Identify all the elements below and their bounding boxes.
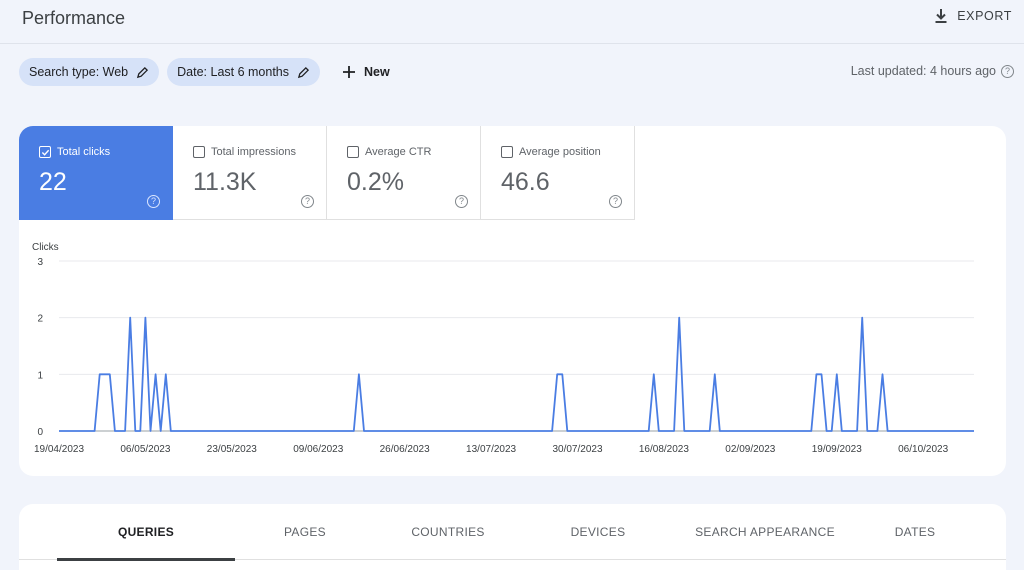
last-updated-text: Last updated: 4 hours ago [850,64,996,78]
x-tick-label: 19/09/2023 [812,444,862,455]
filter-bar: Search type: Web Date: Last 6 months New [19,58,396,86]
tab-search-appearance[interactable]: SEARCH APPEARANCE [681,504,849,560]
y-tick-label: 3 [37,257,43,268]
x-tick-label: 09/06/2023 [293,444,343,455]
x-tick-label: 19/04/2023 [34,444,84,455]
checkbox-unchecked-icon[interactable] [193,146,205,158]
metric-average-position[interactable]: Average position 46.6 ? [481,126,635,220]
metric-value: 22 [39,168,67,196]
checkbox-unchecked-icon[interactable] [347,146,359,158]
clicks-chart: Clicks 0 1 2 3 19/04/2023 06/05/2023 23/05/2023… [19,220,1006,476]
search-type-chip[interactable]: Search type: Web [19,58,160,86]
top-bar: Performance EXPORT [0,0,1024,44]
metric-label: Total clicks [57,146,111,158]
x-tick-label: 26/06/2023 [380,444,430,455]
download-icon [935,9,947,23]
plus-icon [343,66,356,78]
checkbox-checked-icon[interactable] [39,146,51,158]
metric-total-clicks[interactable]: Total clicks 22 ? [19,126,173,220]
date-range-chip[interactable]: Date: Last 6 months [167,58,321,86]
tab-pages[interactable]: PAGES [241,504,369,560]
clicks-line-chart: Clicks 0 1 2 3 19/04/2023 06/05/2023 23/05/2023… [32,242,974,455]
x-tick-label: 06/10/2023 [898,444,948,455]
export-label: EXPORT [957,9,1012,23]
new-filter-button[interactable]: New [336,58,396,86]
x-tick-label: 30/07/2023 [552,444,602,455]
tab-devices[interactable]: DEVICES [535,504,661,560]
chip-label: Date: Last 6 months [177,65,290,79]
help-icon[interactable]: ? [609,195,622,208]
chip-label: Search type: Web [29,65,129,79]
new-filter-label: New [364,65,390,79]
x-tick-label: 16/08/2023 [639,444,689,455]
report-tabs: QUERIES PAGES COUNTRIES DEVICES SEARCH A… [19,504,1006,561]
x-tick-label: 06/05/2023 [120,444,170,455]
x-tick-label: 23/05/2023 [207,444,257,455]
tab-countries[interactable]: COUNTRIES [383,504,513,560]
metric-value: 46.6 [501,168,550,196]
x-tick-label: 02/09/2023 [725,444,775,455]
help-icon[interactable]: ? [1001,64,1014,78]
y-tick-label: 1 [37,370,43,381]
metric-value: 11.3K [193,168,257,196]
checkbox-unchecked-icon[interactable] [501,146,513,158]
last-updated: Last updated: 4 hours ago ? [851,64,1014,78]
y-axis-label: Clicks [32,242,59,253]
tabs-card: QUERIES PAGES COUNTRIES DEVICES SEARCH A… [19,504,1006,570]
metric-average-ctr[interactable]: Average CTR 0.2% ? [327,126,481,220]
edit-pencil-icon [137,66,149,78]
y-tick-label: 0 [37,427,43,438]
y-tick-label: 2 [37,314,43,325]
metric-tiles: Total clicks 22 ? Total impressions 11.3… [19,126,1006,220]
metric-value: 0.2% [347,168,404,196]
performance-card: Total clicks 22 ? Total impressions 11.3… [19,126,1006,476]
help-icon[interactable]: ? [147,195,160,208]
help-icon[interactable]: ? [301,195,314,208]
x-tick-label: 13/07/2023 [466,444,516,455]
metric-label: Average CTR [365,146,432,158]
metric-label: Total impressions [211,146,296,158]
tab-dates[interactable]: DATES [855,504,975,560]
help-icon[interactable]: ? [455,195,468,208]
export-button[interactable]: EXPORT [933,8,1012,24]
tab-queries[interactable]: QUERIES [57,504,235,561]
page-title: Performance [22,8,126,28]
metric-label: Average position [519,146,601,158]
metric-total-impressions[interactable]: Total impressions 11.3K ? [173,126,327,220]
edit-pencil-icon [297,66,310,78]
